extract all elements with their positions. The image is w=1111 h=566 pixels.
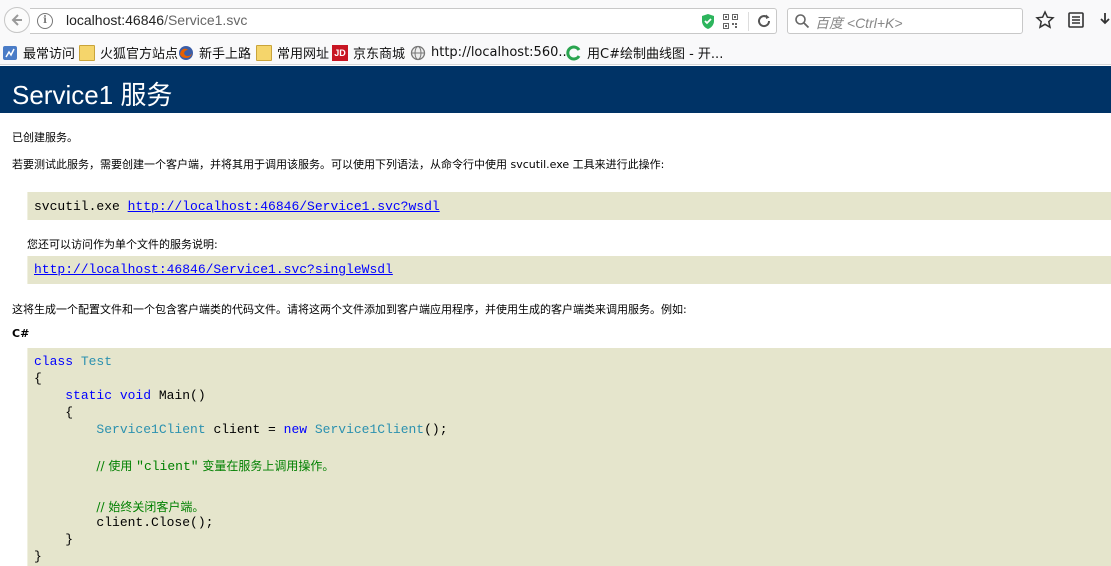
bookmark-label: 最常访问 bbox=[23, 47, 76, 62]
generate-text: 这将生成一个配置文件和一个包含客户端类的代码文件。请将这两个文件添加到客户端应用… bbox=[12, 303, 687, 316]
info-icon[interactable]: i bbox=[37, 13, 53, 29]
search-placeholder: 百度 <Ctrl+K> bbox=[815, 15, 903, 31]
code-comment: 变量在服务上调用操作。 bbox=[198, 459, 335, 473]
jd-icon: JD bbox=[332, 44, 348, 61]
bookmark-item[interactable]: 火狐官方站点 bbox=[79, 43, 178, 62]
code-comment: // 始终关闭客户端。 bbox=[96, 500, 205, 514]
single-wsdl-link[interactable]: http://localhost:46846/Service1.svc?sing… bbox=[34, 262, 393, 277]
code-text: client = bbox=[205, 422, 284, 437]
bookmarks-toolbar: 最常访问 火狐官方站点 新手上路 常用网址 JD 京东商城 http://loc… bbox=[0, 40, 1111, 65]
code-text: (); bbox=[424, 422, 448, 437]
firefox-icon bbox=[179, 45, 193, 60]
reload-icon[interactable] bbox=[756, 13, 772, 29]
code-brace: { bbox=[65, 405, 74, 420]
code-comment-line: // 使用 "client" 变量在服务上调用操作。 bbox=[34, 457, 334, 474]
wsdl-link[interactable]: http://localhost:46846/Service1.svc?wsdl bbox=[128, 199, 440, 214]
code-brace: } bbox=[65, 532, 74, 547]
url-text[interactable]: localhost:46846/Service1.svc bbox=[66, 12, 247, 28]
back-arrow-icon bbox=[11, 14, 22, 26]
url-path: /Service1.svc bbox=[164, 12, 248, 28]
code-type: Service1Client bbox=[314, 422, 425, 437]
shield-icon[interactable] bbox=[700, 13, 716, 30]
cnblogs-icon bbox=[566, 45, 581, 60]
code-type: Test bbox=[80, 354, 113, 369]
bookmark-label: http://localhost:560... bbox=[431, 45, 571, 60]
back-button[interactable] bbox=[4, 7, 30, 33]
bookmark-item[interactable]: 用C#绘制曲线图 - 开... bbox=[566, 43, 723, 62]
bookmark-label: 用C#绘制曲线图 - 开... bbox=[587, 47, 724, 62]
urlbar-separator bbox=[748, 12, 749, 31]
url-bar[interactable]: i localhost:46846/Service1.svc bbox=[30, 8, 777, 34]
folder-icon bbox=[256, 44, 272, 61]
most-visited-icon bbox=[3, 45, 17, 60]
bookmark-item[interactable]: 最常访问 bbox=[2, 43, 75, 62]
bookmark-item[interactable]: 常用网址 bbox=[256, 43, 329, 62]
bookmark-item[interactable]: 新手上路 bbox=[178, 43, 251, 62]
bookmark-label: 新手上路 bbox=[199, 47, 252, 62]
code-keyword: class bbox=[34, 354, 74, 369]
code-text: client.Close(); bbox=[96, 515, 214, 530]
bookmark-item[interactable]: JD 京东商城 bbox=[332, 43, 405, 62]
browser-navbar: i localhost:46846/Service1.svc 百度 <Ctrl+… bbox=[0, 0, 1111, 40]
url-host: localhost:46846 bbox=[66, 12, 165, 28]
code-comment-literal: "client" bbox=[136, 459, 199, 474]
folder-icon bbox=[79, 44, 95, 61]
code-line: } bbox=[34, 532, 73, 547]
svcutil-code-block: svcutil.exe http://localhost:46846/Servi… bbox=[27, 192, 1111, 220]
single-file-text: 您还可以访问作为单个文件的服务说明: bbox=[27, 238, 218, 251]
code-line: client.Close(); bbox=[34, 515, 213, 530]
search-icon bbox=[795, 14, 810, 29]
qr-code-icon[interactable] bbox=[723, 14, 738, 29]
code-method: Main() bbox=[151, 388, 206, 403]
search-bar[interactable]: 百度 <Ctrl+K> bbox=[787, 8, 1023, 34]
bookmark-star-icon[interactable] bbox=[1035, 10, 1055, 30]
page-header: Service1 服务 bbox=[0, 66, 1111, 113]
code-line: Service1Client client = new Service1Clie… bbox=[34, 422, 448, 437]
code-line: static void Main() bbox=[34, 388, 206, 403]
code-comment: // 使用 bbox=[96, 459, 137, 473]
reading-list-icon[interactable] bbox=[1067, 11, 1085, 29]
bookmark-label: 常用网址 bbox=[277, 47, 330, 62]
page-title: Service1 服务 bbox=[12, 80, 173, 110]
code-line: { bbox=[34, 371, 42, 386]
intro-text: 若要测试此服务，需要创建一个客户端，并将其用于调用该服务。可以使用下列语法，从命… bbox=[12, 158, 665, 171]
bookmark-label: 京东商城 bbox=[353, 47, 406, 62]
code-comment-line: // 始终关闭客户端。 bbox=[34, 498, 204, 515]
code-keyword: static void bbox=[65, 388, 152, 403]
single-wsdl-code-block: http://localhost:46846/Service1.svc?sing… bbox=[27, 256, 1111, 284]
bookmark-item[interactable]: http://localhost:560... bbox=[410, 43, 571, 62]
service-created-text: 已创建服务。 bbox=[12, 131, 78, 144]
code-line: } bbox=[34, 549, 42, 564]
code-line: class Test bbox=[34, 354, 112, 369]
code-line: { bbox=[34, 405, 73, 420]
code-type: Service1Client bbox=[96, 422, 206, 437]
code-keyword: new bbox=[283, 422, 308, 437]
csharp-heading: C# bbox=[12, 327, 30, 340]
csharp-code-block: class Test { static void Main() { Servic… bbox=[27, 348, 1111, 566]
svcutil-command: svcutil.exe bbox=[34, 199, 128, 214]
bookmark-label: 火狐官方站点 bbox=[100, 47, 179, 62]
download-icon[interactable] bbox=[1100, 11, 1111, 29]
globe-icon bbox=[410, 45, 426, 60]
